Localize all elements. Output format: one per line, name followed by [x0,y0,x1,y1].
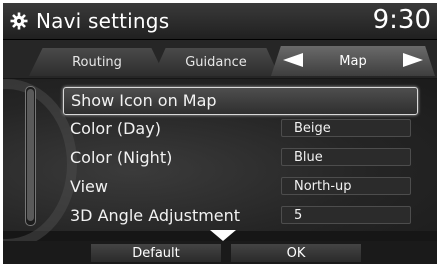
setting-value: Blue [281,148,411,166]
setting-label: 3D Angle Adjustment [70,206,241,225]
tab-map-label: Map [339,53,367,69]
scrollbar-thumb[interactable] [27,89,34,221]
arrow-right-icon[interactable] [403,53,423,67]
settings-list: Show Icon on Map Color (Day) Beige Color… [3,79,437,249]
navi-settings-screen: Navi settings 9:30 Routing Guidance Map … [3,3,437,264]
default-button-label: Default [132,245,180,261]
setting-value: 5 [281,206,411,224]
footer-bar: Default OK [3,241,437,264]
default-button[interactable]: Default [91,244,221,262]
setting-row-view[interactable]: View North-up [63,174,416,200]
tab-bar: Routing Guidance Map [3,40,437,78]
tab-guidance[interactable]: Guidance [153,48,279,76]
arrow-left-icon[interactable] [283,53,303,67]
page-title: Navi settings [36,9,170,33]
setting-value: North-up [281,177,411,195]
scrollbar[interactable] [25,86,36,226]
clock: 9:30 [372,5,431,35]
tab-guidance-label: Guidance [185,54,247,70]
setting-label: Color (Day) [70,119,161,138]
setting-label: Color (Night) [70,148,173,167]
setting-row-color-night[interactable]: Color (Night) Blue [63,145,416,171]
ok-button-label: OK [286,245,306,261]
ok-button[interactable]: OK [231,244,361,262]
setting-row-3d-angle-adjustment[interactable]: 3D Angle Adjustment 5 [63,203,416,229]
gear-icon [10,12,28,30]
setting-row-color-day[interactable]: Color (Day) Beige [63,116,416,142]
setting-label: Show Icon on Map [71,91,217,110]
tab-map[interactable]: Map [271,46,435,76]
tab-routing[interactable]: Routing [29,48,165,76]
setting-row-show-icon-on-map[interactable]: Show Icon on Map [63,87,418,115]
tab-routing-label: Routing [72,54,122,70]
chevron-down-icon[interactable] [210,230,236,241]
header-bar: Navi settings 9:30 [3,3,437,40]
setting-label: View [70,177,108,196]
setting-value: Beige [281,119,411,137]
